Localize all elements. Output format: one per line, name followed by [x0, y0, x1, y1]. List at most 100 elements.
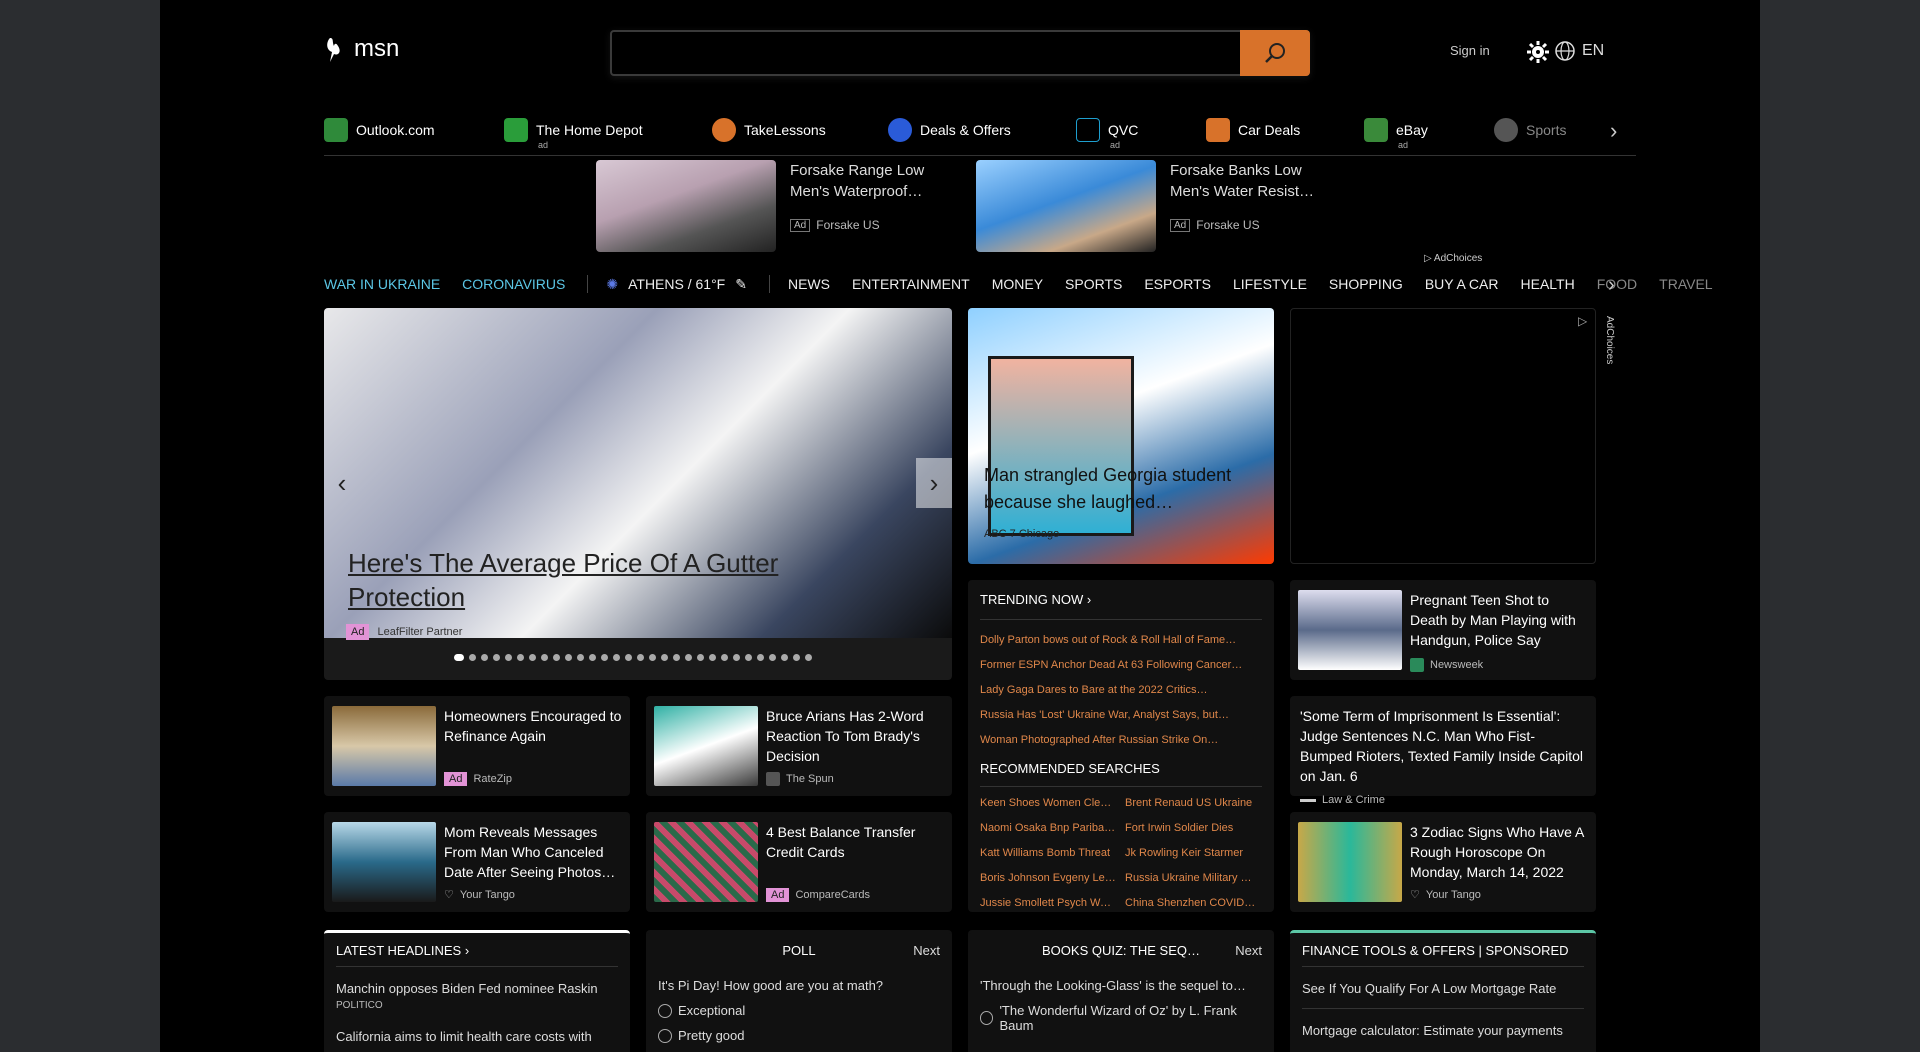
- trending-item[interactable]: Woman Photographed After Russian Strike …: [980, 728, 1262, 753]
- search-button[interactable]: [1240, 30, 1310, 76]
- carousel-dot[interactable]: [529, 654, 536, 661]
- ad-play-icon[interactable]: ▷: [1578, 314, 1587, 328]
- quicklink-sports[interactable]: Sports: [1494, 116, 1566, 144]
- quicklink-outlook[interactable]: Outlook.com: [324, 116, 435, 144]
- radio-button[interactable]: [980, 1011, 994, 1025]
- recommended-search[interactable]: China Shenzhen COVID…: [1125, 891, 1262, 916]
- carousel-dot[interactable]: [601, 654, 608, 661]
- featured-story-card[interactable]: Man strangled Georgia student because sh…: [968, 308, 1274, 564]
- quiz-option[interactable]: 'The Wonderful Wizard of Oz' by L. Frank…: [980, 1003, 1262, 1033]
- nav-lifestyle[interactable]: LIFESTYLE: [1233, 276, 1307, 292]
- carousel-prev-chevron-icon[interactable]: ‹: [324, 458, 360, 508]
- carousel-dot[interactable]: [649, 654, 656, 661]
- carousel-dot[interactable]: [757, 654, 764, 661]
- recommended-search[interactable]: Boris Johnson Evgeny Le…: [980, 866, 1117, 891]
- carousel-dot[interactable]: [721, 654, 728, 661]
- news-card-refinance[interactable]: Homeowners Encouraged to Refinance Again…: [324, 696, 630, 796]
- hero-title[interactable]: Here's The Average Price Of A Gutter Pro…: [348, 546, 848, 614]
- language-selector[interactable]: EN: [1554, 40, 1604, 62]
- recommended-search[interactable]: Fort Irwin Soldier Dies: [1125, 816, 1262, 841]
- finance-item[interactable]: Mortgage calculator: Estimate your payme…: [1302, 1023, 1584, 1038]
- carousel-dot[interactable]: [661, 654, 668, 661]
- quicklink-takelessons[interactable]: TakeLessons: [712, 116, 826, 144]
- carousel-dot[interactable]: [541, 654, 548, 661]
- nav-entertainment[interactable]: ENTERTAINMENT: [852, 276, 970, 292]
- nav-buy-a-car[interactable]: BUY A CAR: [1425, 276, 1499, 292]
- nav-food[interactable]: FOOD: [1597, 276, 1637, 292]
- carousel-dot[interactable]: [793, 654, 800, 661]
- edit-pencil-icon[interactable]: ✎: [735, 276, 747, 293]
- trending-item[interactable]: Dolly Parton bows out of Rock & Roll Hal…: [980, 628, 1262, 653]
- trending-heading[interactable]: TRENDING NOW ›: [980, 592, 1262, 620]
- ad-slot[interactable]: [1290, 308, 1596, 564]
- carousel-dot[interactable]: [745, 654, 752, 661]
- radio-button[interactable]: [658, 1028, 672, 1043]
- nav-next-chevron-icon[interactable]: ›: [1608, 274, 1615, 297]
- carousel-dot[interactable]: [781, 654, 788, 661]
- news-card-balance[interactable]: 4 Best Balance Transfer Credit Cards Ad C…: [646, 812, 952, 912]
- news-card-zodiac[interactable]: 3 Zodiac Signs Who Have A Rough Horoscop…: [1290, 812, 1596, 912]
- carousel-dot[interactable]: [709, 654, 716, 661]
- carousel-dot[interactable]: [625, 654, 632, 661]
- nav-health[interactable]: HEALTH: [1521, 276, 1575, 292]
- carousel-dot[interactable]: [673, 654, 680, 661]
- nav-esports[interactable]: ESPORTS: [1144, 276, 1211, 292]
- ad-card-forsake-range[interactable]: Forsake Range Low Men's Waterproof… Ad Fo…: [596, 160, 960, 252]
- finance-item[interactable]: See If You Qualify For A Low Mortgage Ra…: [1302, 981, 1584, 1009]
- quicklink-car-deals[interactable]: Car Deals: [1206, 116, 1300, 144]
- poll-next-button[interactable]: Next: [913, 943, 940, 958]
- news-card-mom[interactable]: Mom Reveals Messages From Man Who Cancel…: [324, 812, 630, 912]
- carousel-dot[interactable]: [565, 654, 572, 661]
- gear-icon[interactable]: [1526, 40, 1550, 64]
- carousel-dot[interactable]: [637, 654, 644, 661]
- latest-headlines-heading[interactable]: LATEST HEADLINES ›: [336, 943, 618, 967]
- nav-sports[interactable]: SPORTS: [1065, 276, 1122, 292]
- trending-item[interactable]: Russia Has 'Lost' Ukraine War, Analyst S…: [980, 703, 1262, 728]
- nav-travel[interactable]: TRAVEL: [1659, 276, 1712, 292]
- nav-news[interactable]: NEWS: [788, 276, 830, 292]
- recommended-search[interactable]: Russia Ukraine Military …: [1125, 866, 1262, 891]
- quiz-next-button[interactable]: Next: [1235, 943, 1262, 958]
- radio-button[interactable]: [658, 1003, 672, 1018]
- carousel-dot[interactable]: [577, 654, 584, 661]
- headline-item[interactable]: Manchin opposes Biden Fed nominee Raskin: [336, 981, 618, 996]
- adchoices-link[interactable]: ▷ AdChoices: [1424, 253, 1482, 264]
- carousel-dot[interactable]: [805, 654, 812, 661]
- quicklink-deals[interactable]: Deals & Offers: [888, 116, 1011, 144]
- sign-in-link[interactable]: Sign in: [1450, 43, 1490, 58]
- carousel-dot[interactable]: [589, 654, 596, 661]
- recommended-search[interactable]: Brent Renaud US Ukraine: [1125, 791, 1262, 816]
- recommended-search[interactable]: Keen Shoes Women Clea…: [980, 791, 1117, 816]
- nav-money[interactable]: MONEY: [992, 276, 1043, 292]
- quicklinks-next-chevron-icon[interactable]: ›: [1610, 118, 1617, 144]
- quicklink-home-depot[interactable]: The Home Depot ad: [504, 116, 643, 150]
- hero-carousel[interactable]: Here's The Average Price Of A Gutter Pro…: [324, 308, 952, 680]
- carousel-next-chevron-icon[interactable]: ›: [916, 458, 952, 508]
- recommended-search[interactable]: Jussie Smollett Psych Wa…: [980, 891, 1117, 916]
- carousel-dot[interactable]: [493, 654, 500, 661]
- carousel-dot[interactable]: [685, 654, 692, 661]
- carousel-dot[interactable]: [553, 654, 560, 661]
- poll-option[interactable]: Pretty good: [658, 1028, 940, 1043]
- nav-shopping[interactable]: SHOPPING: [1329, 276, 1403, 292]
- search-box[interactable]: [610, 30, 1310, 76]
- news-card-teen[interactable]: Pregnant Teen Shot to Death by Man Playi…: [1290, 580, 1596, 680]
- quicklink-ebay[interactable]: eBay ad: [1364, 116, 1428, 150]
- poll-option[interactable]: Exceptional: [658, 1003, 940, 1018]
- quicklink-qvc[interactable]: QVC ad: [1076, 116, 1138, 150]
- carousel-dot[interactable]: [613, 654, 620, 661]
- carousel-dot[interactable]: [697, 654, 704, 661]
- adslot-adchoices[interactable]: AdChoices: [1604, 316, 1615, 364]
- carousel-dot[interactable]: [517, 654, 524, 661]
- trending-item[interactable]: Former ESPN Anchor Dead At 63 Following …: [980, 653, 1262, 678]
- msn-logo[interactable]: msn: [324, 34, 399, 64]
- nav-coronavirus[interactable]: CORONAVIRUS: [462, 276, 565, 292]
- carousel-dot[interactable]: [505, 654, 512, 661]
- news-card-arians[interactable]: Bruce Arians Has 2-Word Reaction To Tom …: [646, 696, 952, 796]
- carousel-dot[interactable]: [733, 654, 740, 661]
- recommended-search[interactable]: Naomi Osaka Bnp Pariba…: [980, 816, 1117, 841]
- search-input[interactable]: [612, 32, 1308, 74]
- recommended-search[interactable]: Katt Williams Bomb Threat: [980, 841, 1117, 866]
- carousel-dot[interactable]: [454, 654, 464, 661]
- carousel-dot[interactable]: [469, 654, 476, 661]
